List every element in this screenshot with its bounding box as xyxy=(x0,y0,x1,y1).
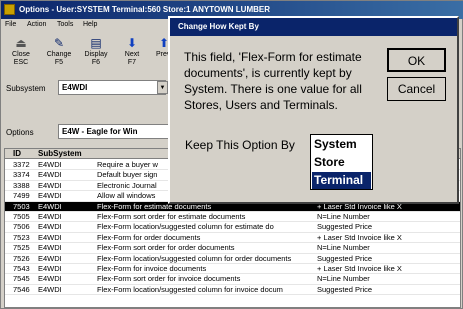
table-cell: E4WDI xyxy=(38,170,62,180)
subsystem-select[interactable]: E4WDI xyxy=(58,80,166,95)
table-cell: N=Line Number xyxy=(317,274,370,284)
table-cell: 7545 xyxy=(13,274,30,284)
table-cell: Flex-Form location/suggested column for … xyxy=(97,284,283,294)
table-row[interactable]: 7523 E4WDI Flex-Form for order documents + … xyxy=(5,232,460,244)
choice-terminal[interactable]: Terminal xyxy=(312,172,371,189)
close-button-key: ESC xyxy=(13,59,29,66)
subsystem-label: Subsystem xyxy=(6,84,46,93)
table-cell: E4WDI xyxy=(38,191,62,201)
table-cell: 7546 xyxy=(13,284,30,294)
table-row[interactable]: 7543 E4WDI Flex-Form for invoice documents… xyxy=(5,264,460,275)
next-button[interactable]: ⬇ Next F7 xyxy=(115,34,149,72)
table-cell: 3388 xyxy=(13,180,30,190)
table-cell: E4WDI xyxy=(38,253,62,263)
table-cell: E4WDI xyxy=(38,284,62,294)
table-cell: 7499 xyxy=(13,191,30,201)
change-button-label: Change xyxy=(46,51,72,58)
table-cell: 7523 xyxy=(13,232,30,242)
table-cell: Flex-Form location/suggested column for … xyxy=(97,222,274,232)
table-cell: 7543 xyxy=(13,264,30,273)
ok-button[interactable]: OK xyxy=(387,48,446,72)
col-subsystem[interactable]: SubSystem xyxy=(38,149,82,158)
choice-store[interactable]: Store xyxy=(312,154,371,171)
table-cell: E4WDI xyxy=(38,160,62,169)
table-cell: 3372 xyxy=(13,160,30,169)
table-cell: E4WDI xyxy=(38,212,62,221)
menu-tools[interactable]: Tools xyxy=(57,21,73,28)
table-cell: Flex-Form sort order for invoice documen… xyxy=(97,274,241,284)
close-button-label: Close xyxy=(12,51,30,58)
app-icon xyxy=(4,4,15,15)
chevron-down-icon[interactable]: ▼ xyxy=(157,81,168,94)
table-cell: Suggested Price xyxy=(317,222,373,232)
table-row[interactable]: 7506 E4WDI Flex-Form location/suggested co… xyxy=(5,222,460,233)
change-icon: ✎ xyxy=(53,36,65,50)
options-label: Options xyxy=(6,128,34,137)
choice-system[interactable]: System xyxy=(312,136,371,153)
table-cell: + Laser Std Invoice like X xyxy=(317,264,402,273)
table-cell: N=Line Number xyxy=(317,212,370,221)
col-id[interactable]: ID xyxy=(13,149,21,158)
table-cell: 7526 xyxy=(13,253,30,263)
table-row[interactable]: 7526 E4WDI Flex-Form location/suggested co… xyxy=(5,253,460,264)
dialog-message: This field, 'Flex-Form for estimate docu… xyxy=(184,50,362,112)
dialog-title: Change How Kept By xyxy=(178,22,259,31)
display-button-key: F6 xyxy=(91,59,101,66)
change-button[interactable]: ✎ Change F5 xyxy=(42,34,76,72)
table-cell: 7505 xyxy=(13,212,30,221)
keep-by-listbox[interactable]: System Store Terminal xyxy=(310,134,373,190)
table-cell: 3374 xyxy=(13,170,30,180)
table-cell: Suggested Price xyxy=(317,284,373,294)
dialog-title-bar: Change How Kept By xyxy=(170,18,457,36)
table-cell: N=Line Number xyxy=(317,243,370,253)
table-cell: E4WDI xyxy=(38,201,62,211)
table-cell: E4WDI xyxy=(38,274,62,284)
display-button[interactable]: ▤ Display F6 xyxy=(79,34,113,72)
table-cell: E4WDI xyxy=(38,243,62,253)
close-button[interactable]: ⏏ Close ESC xyxy=(4,34,38,72)
table-cell: Flex-Form sort order for order documents xyxy=(97,243,235,253)
options-select[interactable]: E4W - Eagle for Win xyxy=(58,124,169,139)
next-button-label: Next xyxy=(124,51,140,58)
table-cell: Flex-Form sort order for estimate docume… xyxy=(97,212,246,221)
table-row[interactable]: 7546 E4WDI Flex-Form location/suggested co… xyxy=(5,284,460,296)
next-icon: ⬇ xyxy=(126,36,138,50)
menu-file[interactable]: File xyxy=(5,21,16,28)
close-icon: ⏏ xyxy=(15,36,27,50)
display-icon: ▤ xyxy=(90,36,102,50)
cancel-button[interactable]: Cancel xyxy=(387,77,446,101)
table-cell: E4WDI xyxy=(38,180,62,190)
table-cell: 7506 xyxy=(13,222,30,232)
next-button-key: F7 xyxy=(127,59,137,66)
keep-option-by-label: Keep This Option By xyxy=(185,138,295,152)
table-cell: Flex-Form for invoice documents xyxy=(97,264,207,273)
table-cell: Suggested Price xyxy=(317,253,373,263)
table-cell: 7525 xyxy=(13,243,30,253)
table-cell: Flex-Form for order documents xyxy=(97,232,201,242)
table-cell: E4WDI xyxy=(38,264,62,273)
table-row[interactable]: 7525 E4WDI Flex-Form sort order for order … xyxy=(5,243,460,254)
menu-action[interactable]: Action xyxy=(27,21,46,28)
display-button-label: Display xyxy=(84,51,108,58)
table-cell: E4WDI xyxy=(38,232,62,242)
change-button-key: F5 xyxy=(54,59,64,66)
table-row[interactable]: 7545 E4WDI Flex-Form sort order for invoic… xyxy=(5,274,460,285)
table-row[interactable]: 7505 E4WDI Flex-Form sort order for estima… xyxy=(5,212,460,223)
window-title: Options - User:SYSTEM Terminal:560 Store… xyxy=(19,5,270,14)
menu-help[interactable]: Help xyxy=(83,21,97,28)
table-cell: + Laser Std Invoice like X xyxy=(317,232,402,242)
table-cell: 7503 xyxy=(13,201,30,211)
table-cell: Flex-Form location/suggested column for … xyxy=(97,253,292,263)
table-cell: E4WDI xyxy=(38,222,62,232)
change-how-kept-dialog: Change How Kept By This field, 'Flex-For… xyxy=(168,16,459,204)
